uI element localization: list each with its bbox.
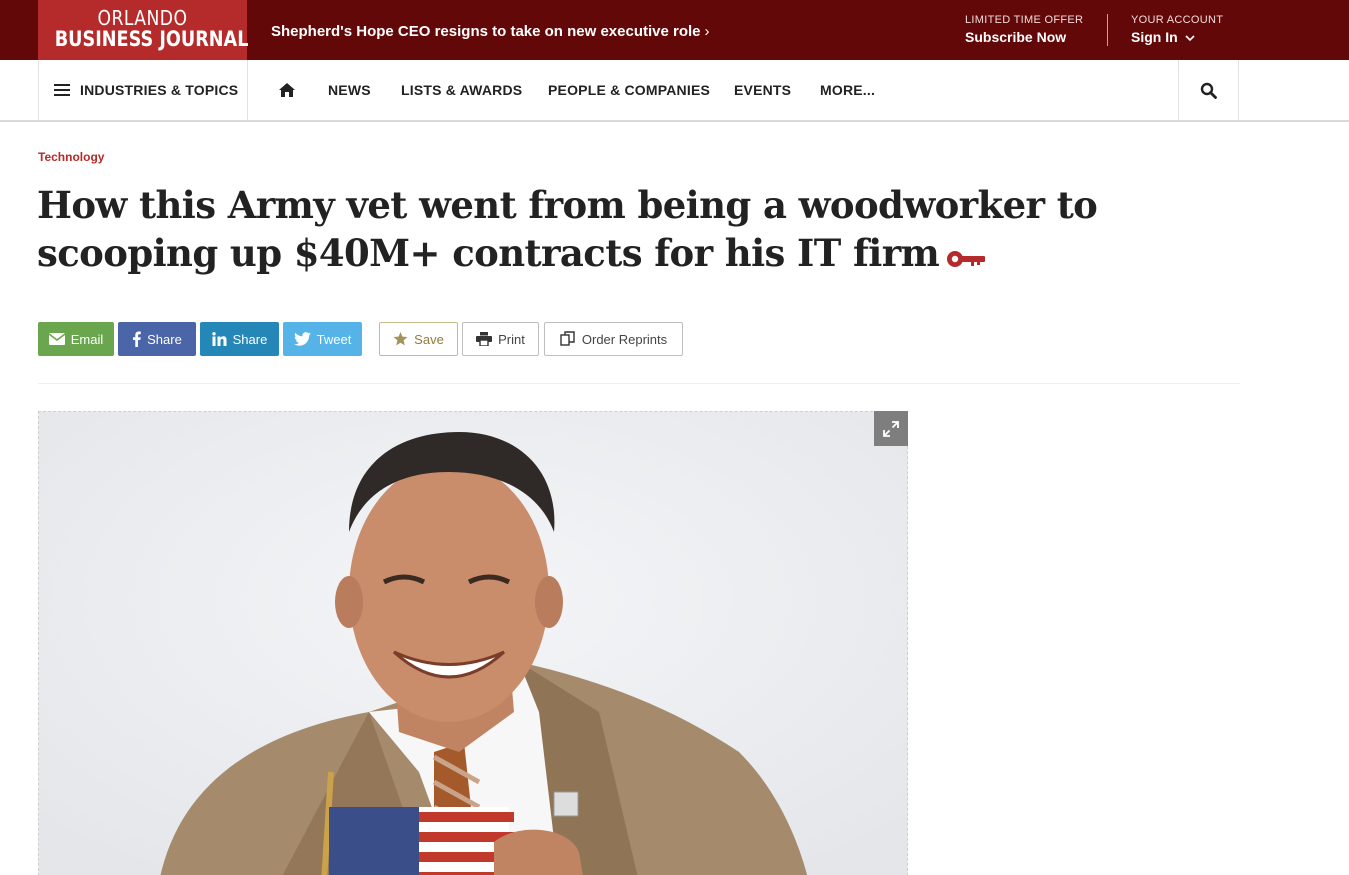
facebook-share-label: Share bbox=[147, 331, 182, 347]
article-title-text: How this Army vet went from being a wood… bbox=[37, 183, 1098, 275]
search-button[interactable] bbox=[1178, 60, 1239, 120]
home-link[interactable] bbox=[277, 60, 297, 120]
linkedin-share-button[interactable]: Share bbox=[200, 322, 279, 356]
print-label: Print bbox=[498, 331, 525, 347]
printer-icon bbox=[476, 332, 493, 346]
nav-item-news-label: NEWS bbox=[328, 82, 371, 98]
subscribe-offer[interactable]: LIMITED TIME OFFER Subscribe Now bbox=[965, 14, 1083, 45]
nav-item-more-label: MORE... bbox=[820, 82, 876, 98]
offer-kicker: LIMITED TIME OFFER bbox=[965, 14, 1084, 26]
nav-item-lists-awards[interactable]: LISTS & AWARDS bbox=[401, 60, 522, 120]
facebook-share-button[interactable]: Share bbox=[118, 322, 196, 356]
chevron-down-icon bbox=[1184, 35, 1195, 41]
industries-topics-menu[interactable]: INDUSTRIES & TOPICS bbox=[38, 60, 248, 120]
copy-icon bbox=[560, 331, 575, 346]
nav-item-people-companies-label: PEOPLE & COMPANIES bbox=[548, 82, 711, 98]
linkedin-share-label: Share bbox=[232, 331, 268, 347]
expand-icon bbox=[883, 420, 899, 437]
hamburger-icon bbox=[54, 84, 70, 96]
top-bar: ORLANDO BUSINESS JOURNAL Shepherd's Hope… bbox=[0, 0, 1349, 60]
nav-item-events-label: EVENTS bbox=[734, 82, 792, 98]
twitter-icon bbox=[293, 332, 311, 346]
expand-photo-button[interactable] bbox=[874, 411, 908, 446]
logo-line-2: BUSINESS JOURNAL bbox=[54, 27, 249, 51]
logo-line-1: ORLANDO bbox=[97, 6, 188, 30]
subscribe-link[interactable]: Subscribe Now bbox=[965, 29, 1083, 45]
email-share-label: Email bbox=[70, 331, 104, 347]
sign-in-label: Sign In bbox=[1131, 29, 1178, 45]
portrait-illustration bbox=[39, 412, 907, 875]
account-menu[interactable]: YOUR ACCOUNT Sign In bbox=[1131, 14, 1223, 45]
home-icon bbox=[279, 83, 295, 97]
order-reprints-button[interactable]: Order Reprints bbox=[544, 322, 683, 356]
print-button[interactable]: Print bbox=[462, 322, 539, 356]
article-title: How this Army vet went from being a wood… bbox=[37, 181, 1267, 281]
save-button[interactable]: Save bbox=[379, 322, 458, 356]
section-tag[interactable]: Technology bbox=[38, 150, 104, 164]
nav-item-news[interactable]: NEWS bbox=[328, 60, 371, 120]
top-divider bbox=[1107, 14, 1108, 46]
top-headline-text: Shepherd's Hope CEO resigns to take on n… bbox=[271, 23, 701, 40]
email-share-button[interactable]: Email bbox=[38, 322, 114, 356]
industries-topics-label: INDUSTRIES & TOPICS bbox=[80, 82, 239, 98]
nav-item-people-companies[interactable]: PEOPLE & COMPANIES bbox=[548, 60, 710, 120]
article-photo[interactable] bbox=[38, 411, 908, 875]
nav-item-events[interactable]: EVENTS bbox=[734, 60, 791, 120]
order-reprints-label: Order Reprints bbox=[581, 331, 668, 347]
nav-item-more[interactable]: MORE... bbox=[820, 60, 875, 120]
twitter-share-label: Tweet bbox=[316, 331, 352, 347]
twitter-share-button[interactable]: Tweet bbox=[283, 322, 362, 356]
linkedin-icon bbox=[211, 332, 227, 346]
site-logo[interactable]: ORLANDO BUSINESS JOURNAL bbox=[38, 0, 249, 60]
save-label: Save bbox=[414, 331, 444, 347]
facebook-icon bbox=[133, 331, 141, 347]
envelope-icon bbox=[48, 333, 65, 345]
key-icon bbox=[945, 233, 987, 281]
sign-in-link[interactable]: Sign In bbox=[1131, 29, 1223, 45]
account-kicker: YOUR ACCOUNT bbox=[1131, 14, 1224, 26]
chevron-right-icon: › bbox=[704, 23, 710, 40]
top-headline-link[interactable]: Shepherd's Hope CEO resigns to take on n… bbox=[271, 23, 710, 40]
main-nav: INDUSTRIES & TOPICS NEWS LISTS & AWARDS … bbox=[0, 60, 1349, 122]
star-icon bbox=[393, 332, 408, 346]
nav-item-lists-awards-label: LISTS & AWARDS bbox=[401, 82, 523, 98]
divider bbox=[38, 383, 1240, 384]
search-icon bbox=[1200, 82, 1217, 99]
